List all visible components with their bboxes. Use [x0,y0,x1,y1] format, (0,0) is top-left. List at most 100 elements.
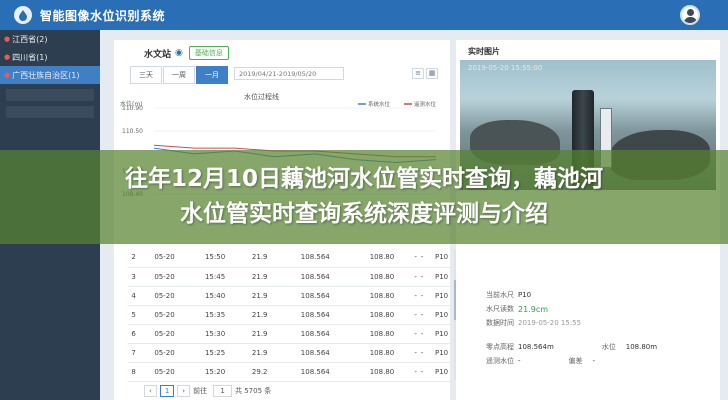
banner-title-line-2: 水位管实时查询系统深度评测与介绍 [180,201,548,227]
y-tick-label: 110.50 [122,128,143,135]
table-row[interactable]: 6 05-20 15:30 21.9 108.564 108.80- - P10 [128,324,458,344]
table-cell: 3 [128,267,140,287]
location-icon: ◉ [175,48,183,58]
table-cell: 05-20 [139,248,190,268]
table-cell: 108.564 [279,362,352,382]
location-pin-icon: ● [4,53,11,61]
table-cell: 21.9 [240,305,280,325]
station-name: 水文站 [144,49,172,60]
table-cell: 5 [128,305,140,325]
table-cell: 21.9 [240,267,280,287]
table-row[interactable]: 3 05-20 15:45 21.9 108.564 108.80- - P10 [128,267,458,287]
app-title: 智能图像水位识别系统 [40,8,166,23]
table-cell: 21.9 [240,286,280,306]
goto-page-input[interactable]: 1 [213,385,232,397]
user-avatar[interactable] [680,5,700,25]
sidebar-station-entry[interactable] [6,89,94,101]
zero-level-label: 零点高程 [486,343,514,351]
table-cell: 108.80 [351,324,413,344]
water-level-value: 108.80m [625,343,658,351]
table-cell: 15:40 [189,286,241,306]
table-row[interactable]: 7 05-20 15:25 21.9 108.564 108.80- - P10 [128,343,458,363]
table-cell: 05-20 [139,324,190,344]
data-time-label: 数据时间 [486,319,514,327]
sidebar-item-guangxi[interactable]: ● 广西壮族自治区(1) [0,66,100,84]
page-number[interactable]: 1 [159,385,175,397]
table-cell: 2 [128,248,140,268]
table-cell: 15:20 [189,362,241,382]
sidebar-station-entry[interactable] [6,106,94,118]
table-cell: 108.80 [351,343,413,363]
table-cell: 8 [128,362,140,382]
prev-page-button[interactable]: ‹ [144,385,157,397]
tab-three-days[interactable]: 三天 [130,66,162,84]
tab-one-week[interactable]: 一周 [163,66,195,84]
table-cell: 21.9 [240,343,280,363]
table-cell: 108.564 [279,305,352,325]
current-site-value: P10 [518,291,532,299]
table-cell: 15:50 [189,248,241,268]
realtime-image-title: 实时图片 [468,47,500,56]
table-row[interactable]: 5 05-20 15:35 21.9 108.564 108.80- - P10 [128,305,458,325]
table-cell: 7 [128,343,140,363]
reading-value: 21.9cm [518,304,549,314]
range-tabs: 三天 一周 一月 [130,66,229,84]
reading-info: 当前水尺 P10 水尺读数 21.9cm 数据时间 2019-05-20 15:… [486,288,716,368]
table-cell: 05-20 [139,305,190,325]
table-cell: 15:45 [189,267,241,287]
table-cell: 05-20 [139,267,190,287]
list-view-icon[interactable]: ≡ [412,68,424,79]
table-cell: 21.9 [240,248,280,268]
goto-label: 前往 [193,387,208,395]
sidebar-item-sichuan[interactable]: ● 四川省(1) [0,48,100,66]
table-cell: 05-20 [139,362,190,382]
logo-icon [14,6,32,24]
sidebar-item-jiangxi[interactable]: ● 江西省(2) [0,30,100,48]
table-cell: 21.9 [240,324,280,344]
chart-view-icon[interactable]: ▦ [426,68,438,79]
data-table: 2 05-20 15:50 21.9 108.564 108.80- - P10 3 05-20 1… [128,248,458,382]
location-pin-icon: ● [4,71,11,79]
sidebar-item-label: 四川省(1) [12,52,48,62]
table-row[interactable]: 2 05-20 15:50 21.9 108.564 108.80- - P10 [128,248,458,268]
table-cell: 05-20 [139,343,190,363]
table-cell: 108.564 [279,267,352,287]
deviation-value: - [592,357,596,365]
sidebar-item-label: 江西省(2) [12,34,48,44]
table-row[interactable]: 4 05-20 15:40 21.9 108.564 108.80- - P10 [128,286,458,306]
table-cell: 108.80 [351,248,413,268]
location-pin-icon: ● [4,35,11,43]
table-cell: 108.80 [351,267,413,287]
pagination: ‹ 1 › 前往 1 共 5705 条 [144,385,277,397]
reading-label: 水尺读数 [486,305,514,313]
view-toggle: ≡ ▦ [410,68,438,79]
table-cell: 15:25 [189,343,241,363]
table-cell: 108.564 [279,248,352,268]
article-title-banner: 往年12月10日藕池河水位管实时查询，藕池河 水位管实时查询系统深度评测与介绍 [0,150,728,244]
remote-level-value: - [518,357,521,365]
sidebar-item-label: 广西壮族自治区(1) [12,70,80,80]
date-range-picker[interactable]: 2019/04/21-2019/05/20 [234,67,344,80]
table-row[interactable]: 8 05-20 15:20 29.2 108.564 108.80- - P10 [128,362,458,382]
table-cell: 108.564 [279,286,352,306]
table-cell: 108.564 [279,343,352,363]
table-cell: 15:30 [189,324,241,344]
photo-timestamp: 2019-05-20 15:55:00 [468,64,543,72]
tab-one-month[interactable]: 一月 [196,66,228,84]
deviation-label: 偏差 [568,357,583,365]
top-bar: 智能图像水位识别系统 [0,0,728,30]
next-page-button[interactable]: › [177,385,191,397]
banner-title-line-1: 往年12月10日藕池河水位管实时查询，藕池河 [124,166,603,192]
table-cell: 29.2 [240,362,280,382]
table-cell: 05-20 [139,286,190,306]
basic-info-button[interactable]: 基础信息 [188,46,229,60]
total-count: 共 5705 条 [235,387,272,395]
zero-level-value: 108.564m [518,343,554,351]
table-cell: 4 [128,286,140,306]
legend-label: 遥测水位 [414,100,437,108]
table-cell: 108.80 [351,305,413,325]
table-cell: 108.80 [351,286,413,306]
remote-level-label: 遥测水位 [486,357,514,365]
y-tick-label: 110.90 [122,105,143,112]
water-level-label: 水位 [601,343,616,351]
